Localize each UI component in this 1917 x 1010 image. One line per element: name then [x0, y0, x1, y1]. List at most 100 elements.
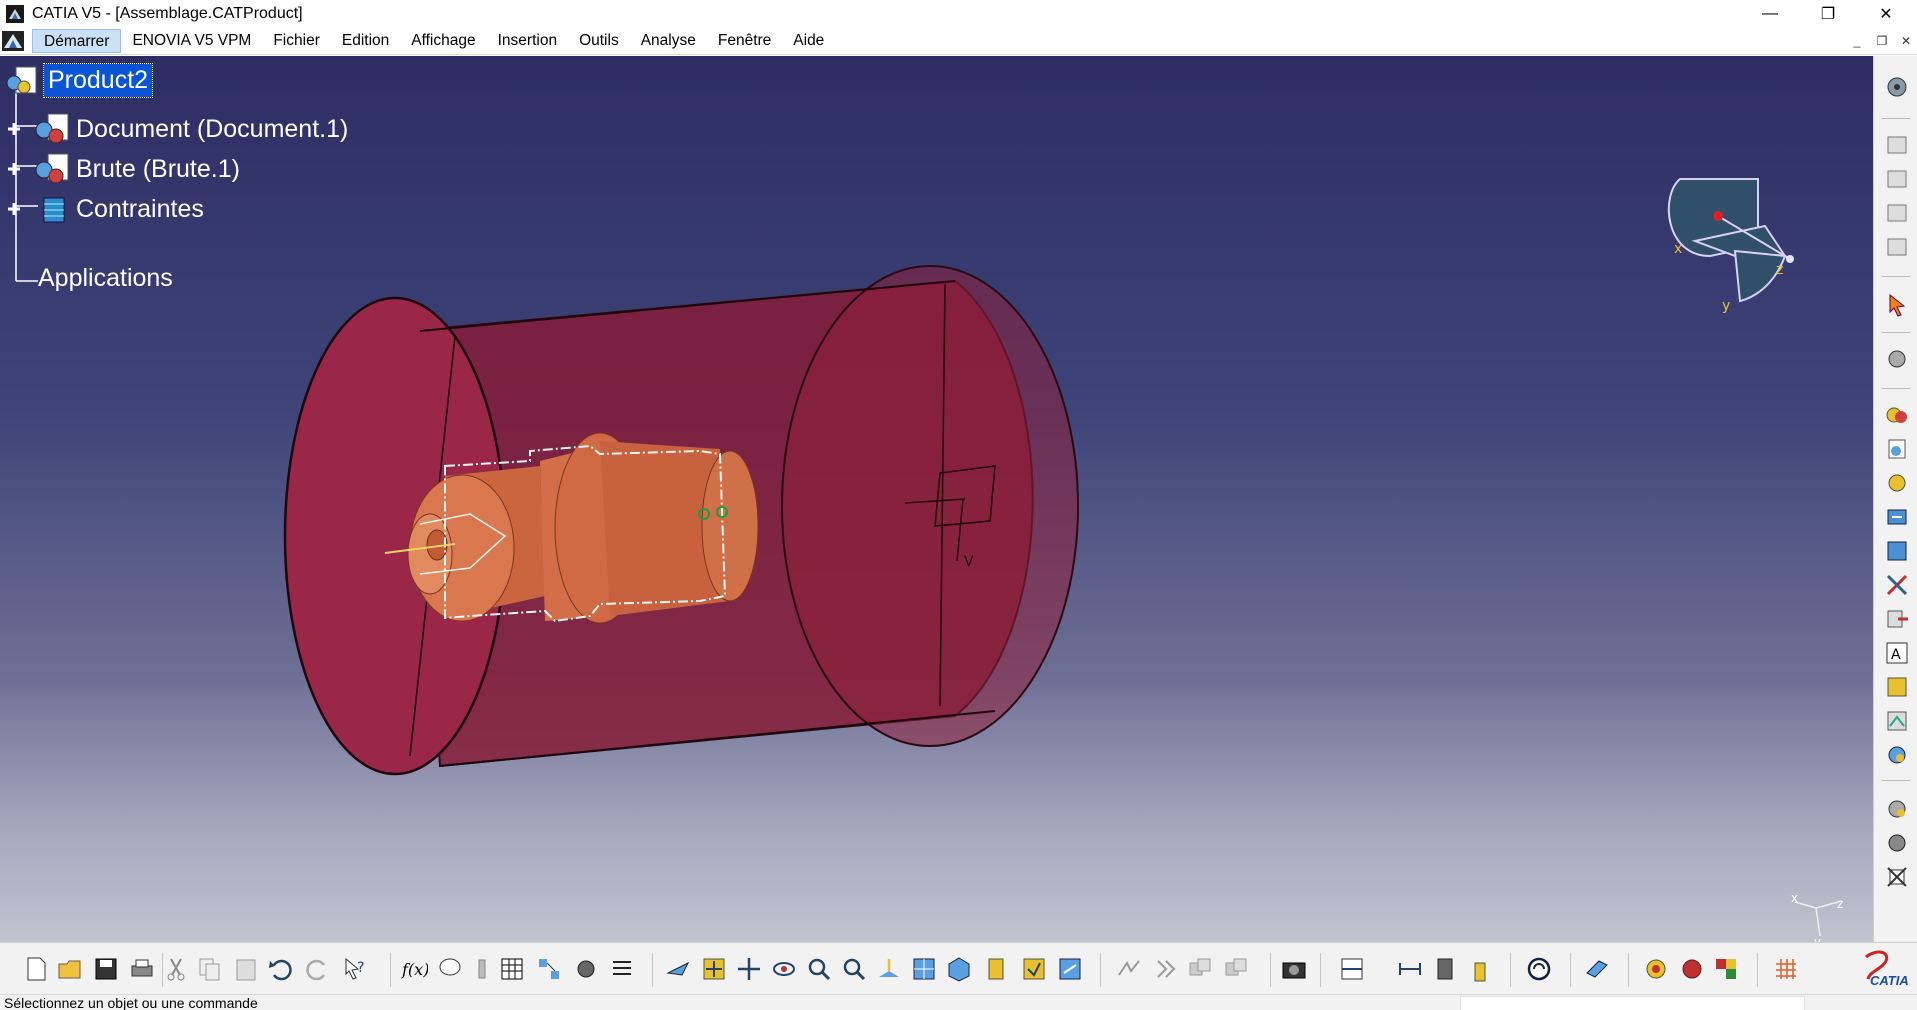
grid-icon[interactable] — [1772, 955, 1800, 983]
tree-root-label[interactable]: Product2 — [42, 63, 154, 98]
product-2-icon[interactable] — [1884, 436, 1910, 462]
menu-insertion[interactable]: Insertion — [487, 29, 568, 53]
multi-view-icon[interactable] — [910, 955, 938, 983]
view-2-icon[interactable] — [1884, 166, 1910, 192]
whats-this-icon[interactable]: ? — [342, 955, 370, 983]
camera-icon[interactable] — [1280, 955, 1308, 983]
move-icon[interactable] — [1884, 346, 1910, 372]
tree-node-label[interactable]: Brute (Brute.1) — [72, 153, 244, 186]
list-icon[interactable] — [608, 955, 636, 983]
plug-icon[interactable] — [468, 955, 496, 983]
constraint-1-icon[interactable] — [1186, 955, 1214, 983]
assembly-feature-icon[interactable] — [1884, 674, 1910, 700]
select-icon[interactable] — [1884, 292, 1910, 318]
doc-restore-button[interactable]: ❐ — [1873, 32, 1891, 50]
menu-fenetre[interactable]: Fenêtre — [707, 29, 782, 53]
cut-icon[interactable] — [162, 955, 190, 983]
fit-all-icon[interactable] — [700, 955, 728, 983]
replace-icon[interactable] — [1884, 538, 1910, 564]
zoom-out-icon[interactable] — [840, 955, 868, 983]
measure-3-icon[interactable] — [1432, 955, 1460, 983]
explode-icon[interactable] — [1884, 572, 1910, 598]
tree-root-product2[interactable]: Product2 — [4, 63, 154, 98]
expand-icon[interactable] — [6, 201, 22, 217]
redo-icon[interactable] — [304, 955, 332, 983]
normal-view-icon[interactable] — [875, 955, 903, 983]
menu-aide[interactable]: Aide — [782, 29, 835, 53]
doc-minimize-button[interactable]: _ — [1848, 32, 1866, 50]
restore-button[interactable]: ❐ — [1799, 0, 1857, 28]
tree-node-label[interactable]: Document (Document.1) — [72, 113, 352, 146]
snap-icon[interactable] — [1884, 830, 1910, 856]
compass-widget[interactable]: x y z — [1667, 178, 1794, 314]
tree-node-label[interactable]: Contraintes — [72, 193, 208, 226]
3d-viewport[interactable]: V x y z x z y Product2 Document (Documen… — [0, 56, 1873, 942]
open-icon[interactable] — [56, 955, 84, 983]
minimize-button[interactable]: — — [1741, 0, 1799, 28]
compass-icon[interactable] — [1884, 74, 1910, 100]
tree-node-brute[interactable]: Brute (Brute.1) — [6, 152, 244, 186]
zoom-in-icon[interactable] — [805, 955, 833, 983]
text-icon[interactable]: A — [1884, 640, 1910, 666]
product-1-icon[interactable] — [1884, 402, 1910, 428]
measure-2-icon[interactable] — [1396, 955, 1424, 983]
doc-close-button[interactable]: ✕ — [1897, 32, 1915, 50]
undo-icon[interactable] — [266, 955, 294, 983]
tree-node-document[interactable]: Document (Document.1) — [6, 112, 352, 146]
swap-icon[interactable] — [1056, 955, 1084, 983]
tree-node-applications[interactable]: Applications — [34, 262, 177, 295]
view-3-icon[interactable] — [1884, 200, 1910, 226]
expand-icon[interactable] — [6, 161, 22, 177]
menu-analyse[interactable]: Analyse — [630, 29, 707, 53]
command-input[interactable] — [1460, 996, 1805, 1010]
pan-icon[interactable] — [735, 955, 763, 983]
menu-outils[interactable]: Outils — [568, 29, 630, 53]
menu-fichier[interactable]: Fichier — [262, 29, 331, 53]
menu-affichage[interactable]: Affichage — [400, 29, 486, 53]
menu-edition[interactable]: Edition — [331, 29, 400, 53]
scene-icon[interactable] — [1884, 708, 1910, 734]
new-icon[interactable] — [22, 955, 50, 983]
plane-icon[interactable] — [1583, 955, 1611, 983]
table-icon[interactable] — [498, 955, 526, 983]
iso-view-icon[interactable] — [945, 955, 973, 983]
paste-icon[interactable] — [232, 955, 260, 983]
shading-icon[interactable] — [982, 955, 1010, 983]
existing-component-icon[interactable] — [1884, 504, 1910, 530]
catalog-icon[interactable] — [1884, 742, 1910, 768]
fix-icon[interactable] — [1884, 864, 1910, 890]
3d-scene[interactable]: V x y z x z y — [0, 56, 1873, 942]
update-icon[interactable] — [1115, 955, 1143, 983]
expand-icon[interactable] — [6, 121, 22, 137]
menu-demarrer[interactable]: Démarrer — [32, 29, 122, 53]
formula-icon[interactable]: f(x) — [400, 955, 428, 983]
hide-show-icon[interactable] — [1020, 955, 1048, 983]
sync-icon[interactable] — [1525, 955, 1553, 983]
render-3-icon[interactable] — [1712, 955, 1740, 983]
render-1-icon[interactable] — [1642, 955, 1670, 983]
update-2-icon[interactable] — [1152, 955, 1180, 983]
constraint-2-icon[interactable] — [1222, 955, 1250, 983]
rotate-icon[interactable] — [770, 955, 798, 983]
view-1-icon[interactable] — [1884, 132, 1910, 158]
close-button[interactable]: ✕ — [1857, 0, 1915, 28]
product-3-icon[interactable] — [1884, 470, 1910, 496]
print-icon[interactable] — [128, 955, 156, 983]
fly-icon[interactable] — [664, 955, 692, 983]
render-2-icon[interactable] — [1678, 955, 1706, 983]
tree-node-contraintes[interactable]: Contraintes — [6, 192, 208, 226]
graph-icon[interactable] — [535, 955, 563, 983]
comment-icon[interactable] — [436, 955, 464, 983]
menu-enovia[interactable]: ENOVIA V5 VPM — [121, 29, 262, 53]
copy-icon[interactable] — [196, 955, 224, 983]
svg-text:A: A — [1891, 647, 1901, 663]
multi-instantiate-icon[interactable] — [1884, 606, 1910, 632]
knowledge-icon[interactable] — [572, 955, 600, 983]
tree-node-label[interactable]: Applications — [34, 262, 177, 295]
manipulate-icon[interactable] — [1884, 796, 1910, 822]
measure-1-icon[interactable] — [1338, 955, 1366, 983]
catia-menu-logo[interactable] — [2, 31, 24, 51]
view-4-icon[interactable] — [1884, 234, 1910, 260]
measure-4-icon[interactable] — [1466, 955, 1494, 983]
save-icon[interactable] — [92, 955, 120, 983]
